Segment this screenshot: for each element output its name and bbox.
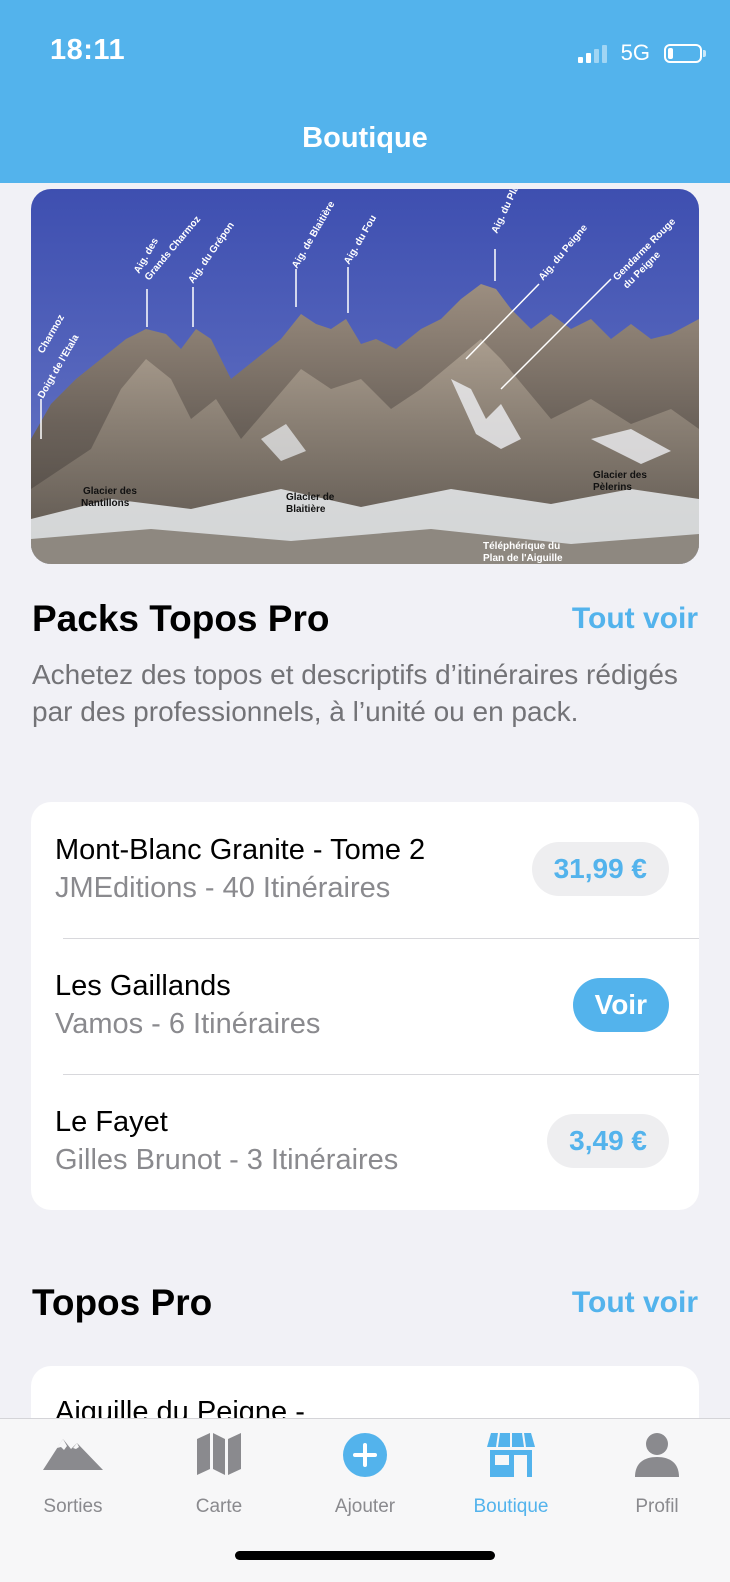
pack-title: Mont-Blanc Granite - Tome 2 xyxy=(55,834,426,866)
tab-profil[interactable]: Profil xyxy=(584,1419,730,1529)
status-time: 18:11 xyxy=(50,34,126,66)
svg-text:Pèlerins: Pèlerins xyxy=(593,482,632,493)
tab-ajouter[interactable]: Ajouter xyxy=(292,1419,438,1529)
pack-subtitle: Gilles Brunot - 3 Itinéraires xyxy=(55,1144,399,1176)
svg-text:Téléphérique du: Téléphérique du xyxy=(483,541,560,552)
mountain-panorama-illustration: Charmoz Doigt de l'Etala Aig. des Grands… xyxy=(31,189,699,564)
svg-text:Glacier des: Glacier des xyxy=(593,470,647,481)
map-icon xyxy=(197,1433,241,1480)
tab-label: Carte xyxy=(195,1496,243,1517)
battery-icon xyxy=(664,43,706,63)
packs-list: Mont-Blanc Granite - Tome 2 JMEditions -… xyxy=(31,802,699,1210)
topos-see-all-link[interactable]: Tout voir xyxy=(572,1286,698,1320)
pack-row[interactable]: Le Fayet Gilles Brunot - 3 Itinéraires 3… xyxy=(31,1074,699,1210)
svg-text:Glacier de: Glacier de xyxy=(286,492,335,503)
tab-sorties[interactable]: Sorties xyxy=(0,1419,146,1529)
tab-label: Boutique xyxy=(473,1496,549,1517)
store-icon xyxy=(487,1432,535,1482)
svg-text:Plan de l'Aiguille: Plan de l'Aiguille xyxy=(483,553,563,564)
page-title: Boutique xyxy=(302,122,428,154)
network-label: 5G xyxy=(620,40,650,65)
status-indicators: 5G xyxy=(577,38,706,68)
price-button[interactable]: 3,49 € xyxy=(547,1114,669,1168)
nav-header: 18:11 5G Boutique xyxy=(0,0,730,183)
tab-boutique[interactable]: Boutique xyxy=(438,1419,584,1529)
home-indicator xyxy=(235,1551,495,1560)
topos-section-title: Topos Pro xyxy=(32,1282,213,1323)
pack-subtitle: Vamos - 6 Itinéraires xyxy=(55,1008,321,1040)
tab-label: Sorties xyxy=(43,1496,103,1517)
plus-circle-icon xyxy=(343,1433,387,1482)
packs-see-all-link[interactable]: Tout voir xyxy=(572,602,698,636)
pack-title: Le Fayet xyxy=(55,1106,168,1138)
svg-text:Blaitière: Blaitière xyxy=(286,504,326,515)
pack-row[interactable]: Mont-Blanc Granite - Tome 2 JMEditions -… xyxy=(31,802,699,938)
view-button[interactable]: Voir xyxy=(572,978,669,1032)
mountain-icon xyxy=(43,1433,103,1476)
tab-label: Ajouter xyxy=(334,1496,396,1517)
packs-description: Achetez des topos et descriptifs d’itiné… xyxy=(32,659,678,727)
pack-title: Les Gaillands xyxy=(55,970,231,1002)
tab-label: Profil xyxy=(635,1496,679,1517)
hero-banner-image[interactable]: Charmoz Doigt de l'Etala Aig. des Grands… xyxy=(31,189,699,564)
tab-carte[interactable]: Carte xyxy=(146,1419,292,1529)
pack-row[interactable]: Les Gaillands Vamos - 6 Itinéraires Voir xyxy=(31,938,699,1074)
pack-subtitle: JMEditions - 40 Itinéraires xyxy=(55,872,391,904)
price-button[interactable]: 31,99 € xyxy=(531,842,669,896)
packs-section-title: Packs Topos Pro xyxy=(32,598,330,639)
signal-icon xyxy=(577,43,607,63)
svg-text:Glacier des: Glacier des xyxy=(83,486,137,497)
person-icon xyxy=(635,1433,679,1482)
svg-text:Nantillons: Nantillons xyxy=(81,498,130,509)
